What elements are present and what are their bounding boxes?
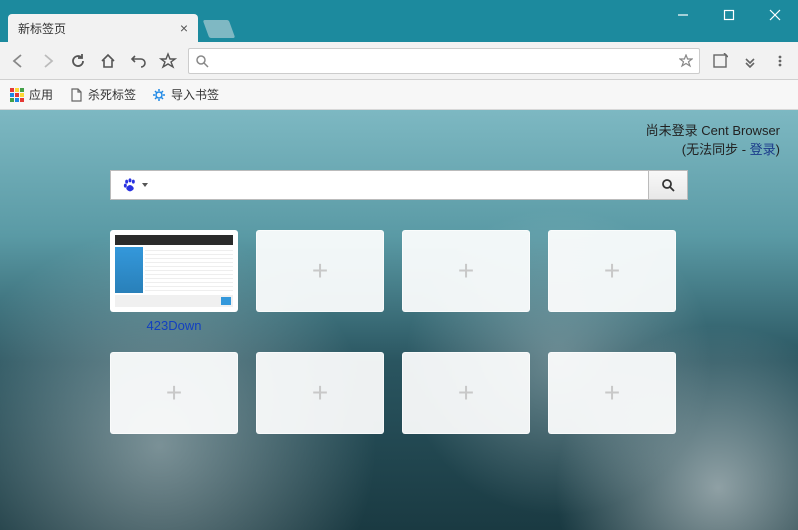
forward-button[interactable]: [38, 52, 58, 70]
plus-icon: +: [458, 377, 474, 409]
speed-dial-add[interactable]: +: [110, 352, 238, 434]
plus-icon: +: [166, 377, 182, 409]
new-tab-button[interactable]: [203, 20, 236, 38]
tab-title: 新标签页: [18, 20, 66, 37]
new-tab-page: 尚未登录 Cent Browser (无法同步 - 登录): [0, 110, 798, 530]
plus-icon: +: [604, 255, 620, 287]
bookmark-import[interactable]: 导入书签: [152, 86, 219, 103]
plus-icon: +: [312, 377, 328, 409]
back-button[interactable]: [8, 52, 28, 70]
close-icon[interactable]: ×: [180, 21, 188, 35]
speed-dial-add[interactable]: +: [402, 352, 530, 434]
plus-icon: +: [312, 255, 328, 287]
omnibox-input[interactable]: [215, 53, 673, 68]
titlebar: 新标签页 ×: [0, 0, 798, 42]
bookmark-star-button[interactable]: [158, 52, 178, 70]
login-status: 尚未登录 Cent Browser (无法同步 - 登录): [646, 120, 780, 158]
login-link[interactable]: 登录: [750, 142, 776, 157]
apps-shortcut[interactable]: 应用: [10, 86, 53, 103]
gear-icon: [152, 88, 166, 102]
speed-dial-grid: 423Down + + + + + + +: [110, 230, 688, 456]
bookmarks-bar: 应用 杀死标签 导入书签: [0, 80, 798, 110]
speed-dial-add[interactable]: +: [548, 230, 676, 312]
home-button[interactable]: [98, 52, 118, 70]
ntp-search-button[interactable]: [648, 170, 688, 200]
minimize-button[interactable]: [660, 0, 706, 30]
speed-dial-add[interactable]: +: [402, 230, 530, 312]
plus-icon: +: [604, 377, 620, 409]
speed-dial-tile[interactable]: [110, 230, 238, 312]
extensions-button[interactable]: [710, 53, 730, 69]
overflow-button[interactable]: [740, 54, 760, 68]
reload-button[interactable]: [68, 52, 88, 70]
menu-button[interactable]: [770, 54, 790, 68]
tile-label: 423Down: [110, 318, 238, 334]
maximize-button[interactable]: [706, 0, 752, 30]
search-icon: [661, 178, 675, 192]
star-icon[interactable]: [679, 54, 693, 68]
window-close-button[interactable]: [752, 0, 798, 30]
toolbar: [0, 42, 798, 80]
plus-icon: +: [458, 255, 474, 287]
speed-dial-add[interactable]: +: [256, 230, 384, 312]
undo-button[interactable]: [128, 52, 148, 70]
chevron-down-icon: [141, 181, 149, 189]
address-bar[interactable]: [188, 48, 700, 74]
apps-icon: [10, 88, 24, 102]
file-icon: [69, 88, 83, 102]
speed-dial-add[interactable]: +: [548, 352, 676, 434]
ntp-search-input[interactable]: [160, 170, 648, 200]
ntp-search: [110, 170, 688, 200]
baidu-icon: [122, 177, 138, 193]
browser-tab[interactable]: 新标签页 ×: [8, 14, 198, 42]
search-icon: [195, 54, 209, 68]
speed-dial-add[interactable]: +: [256, 352, 384, 434]
bookmark-kill-tab[interactable]: 杀死标签: [69, 86, 136, 103]
search-engine-selector[interactable]: [110, 170, 160, 200]
